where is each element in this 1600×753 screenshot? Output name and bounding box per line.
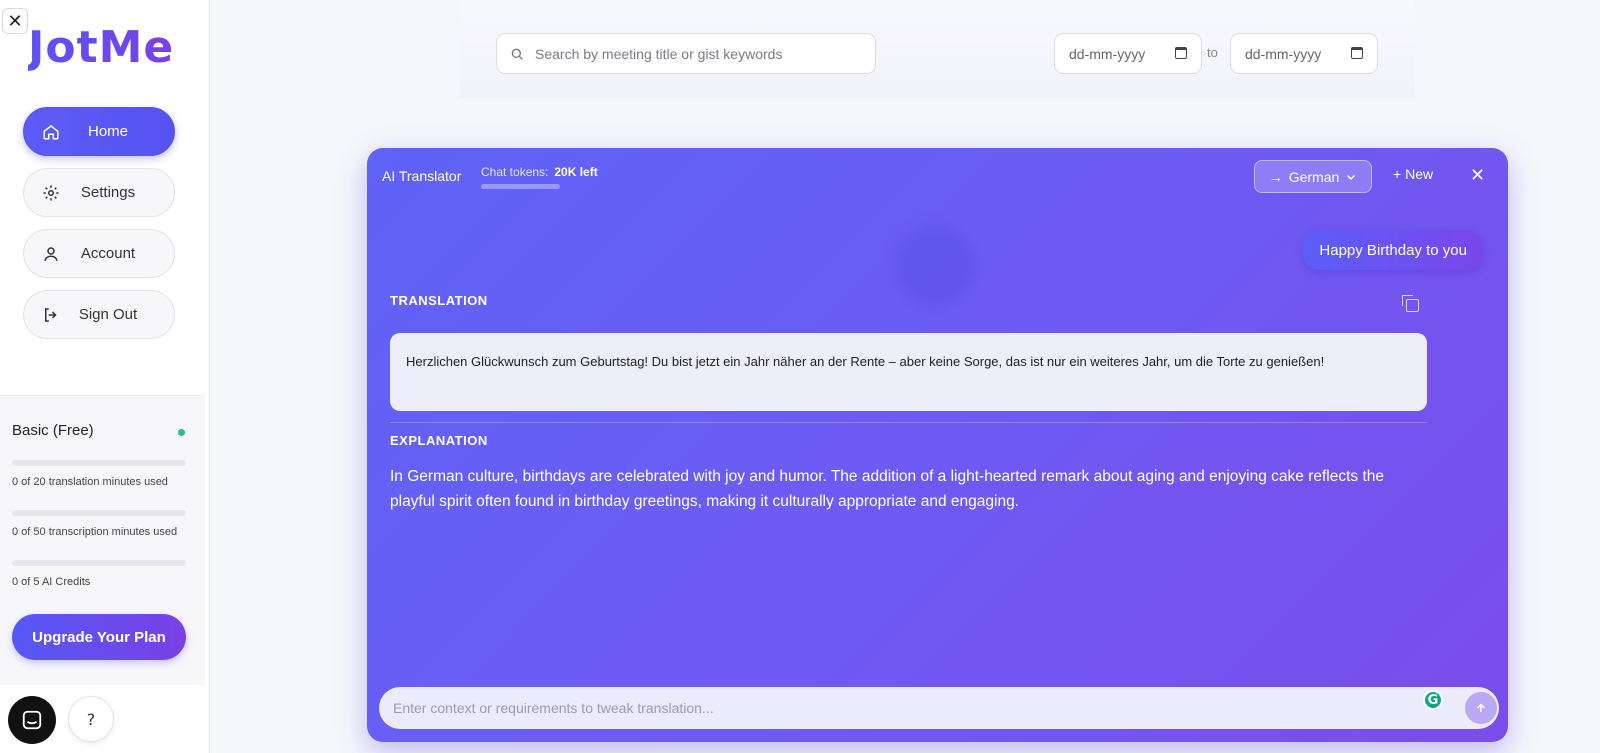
translation-text: Herzlichen Glückwunsch zum Geburtstag! D… (390, 333, 1427, 411)
nav-sign-out-button[interactable]: Sign Out (23, 290, 175, 339)
search-input[interactable] (535, 34, 865, 73)
plus-icon: + (1393, 166, 1406, 182)
section-divider (390, 422, 1427, 423)
chevron-down-icon (1347, 174, 1356, 180)
nav-account-label: Account (80, 245, 136, 262)
nav-account-button[interactable]: Account (23, 229, 175, 278)
nav-home-label: Home (87, 123, 128, 140)
chat-icon (22, 710, 42, 730)
upgrade-plan-button[interactable]: Upgrade Your Plan (12, 614, 186, 660)
explanation-text: In German culture, birthdays are celebra… (390, 468, 1385, 510)
chat-tokens: Chat tokens: 20K left (481, 165, 598, 179)
translation-heading: TRANSLATION (390, 293, 488, 308)
date-from-field[interactable]: dd-mm-yyyy (1054, 33, 1202, 74)
tweak-input-bar[interactable]: G (379, 687, 1499, 729)
app-logo: JotMe (28, 22, 175, 73)
new-chat-button[interactable]: + New (1393, 166, 1433, 182)
language-label: German (1288, 168, 1340, 185)
language-select-button[interactable]: → German (1254, 160, 1372, 193)
calendar-icon[interactable] (1351, 47, 1363, 59)
date-to-text: dd-mm-yyyy (1245, 46, 1322, 62)
plan-status-dot (178, 429, 185, 436)
nav-home-button[interactable]: Home (23, 107, 175, 156)
ai-translator-panel: AI Translator Chat tokens: 20K left → Ger… (367, 148, 1508, 742)
send-button[interactable] (1465, 692, 1497, 724)
transcription-usage-bar (12, 510, 186, 516)
date-range-separator: to (1207, 45, 1218, 60)
grammarly-icon[interactable]: G (1423, 690, 1443, 710)
chat-tokens-bar (481, 184, 560, 189)
chat-support-button[interactable] (8, 696, 56, 744)
translation-usage-text: 0 of 20 translation minutes used (12, 476, 168, 488)
user-message-bubble: Happy Birthday to you (1303, 230, 1483, 270)
arrow-up-icon (1476, 703, 1486, 712)
credits-usage-text: 0 of 5 AI Credits (12, 576, 91, 588)
search-icon (511, 48, 523, 60)
close-panel-icon[interactable]: ✕ (1470, 165, 1485, 186)
help-button[interactable]: ? (68, 696, 114, 742)
transcription-usage-text: 0 of 50 transcription minutes used (12, 526, 178, 538)
tweak-translation-input[interactable] (393, 687, 1393, 729)
arrow-right-icon: → (1268, 168, 1283, 185)
nav-settings-button[interactable]: Settings (23, 168, 175, 217)
translator-title: AI Translator (382, 168, 462, 184)
translation-usage-bar (12, 460, 186, 466)
date-from-text: dd-mm-yyyy (1069, 46, 1146, 62)
new-chat-label: New (1405, 166, 1434, 182)
plan-title: Basic (Free) (12, 422, 94, 439)
calendar-icon[interactable] (1175, 47, 1187, 59)
nav-settings-label: Settings (80, 184, 136, 201)
chat-tokens-label: Chat tokens: (481, 165, 549, 179)
plan-card: Basic (Free) 0 of 20 translation minutes… (0, 395, 205, 685)
sidebar: ✕ JotMe Home Settings Account Sign Out B… (0, 0, 210, 753)
chat-tokens-value: 20K left (554, 165, 598, 179)
credits-usage-bar (12, 560, 186, 566)
explanation-heading: EXPLANATION (390, 433, 488, 448)
close-icon[interactable]: ✕ (2, 8, 28, 34)
nav-sign-out-label: Sign Out (78, 306, 138, 323)
search-box[interactable] (496, 33, 876, 74)
loading-blob (895, 226, 975, 306)
copy-icon[interactable] (1402, 295, 1419, 312)
date-to-field[interactable]: dd-mm-yyyy (1230, 33, 1378, 74)
